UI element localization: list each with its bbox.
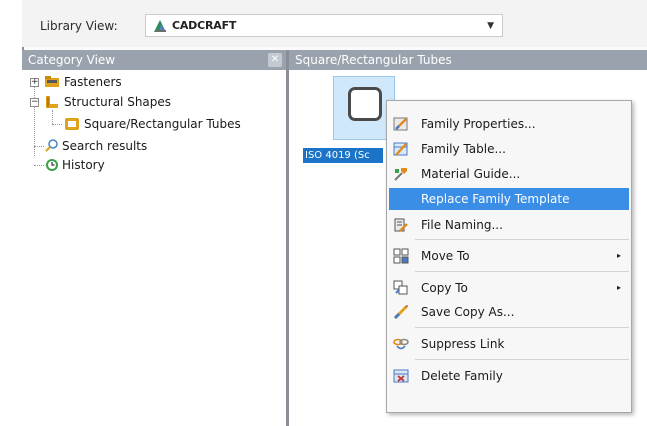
collapse-icon[interactable]: − [30, 98, 39, 107]
tube-profile-icon [348, 87, 382, 121]
menu-item-material-guide[interactable]: Material Guide... [389, 163, 629, 185]
folder-icon [45, 76, 59, 87]
toolbar: Library View: CADCRAFT ▼ [22, 0, 647, 47]
menu-item-suppress-link[interactable]: Suppress Link [389, 333, 629, 355]
menu-separator [415, 271, 629, 272]
content-view-header: Square/Rectangular Tubes [289, 50, 647, 70]
category-view-title: Category View [28, 53, 116, 67]
search-icon [45, 139, 58, 152]
menu-separator [415, 359, 629, 360]
menu-separator [415, 327, 629, 328]
menu-item-label: Family Table... [421, 142, 506, 156]
tree-line [52, 124, 62, 125]
move-to-icon [393, 248, 409, 264]
family-table-icon [393, 142, 408, 156]
window-edge [0, 0, 24, 426]
context-menu: Family Properties... Family Table... Mat… [386, 100, 632, 413]
menu-item-family-properties[interactable]: Family Properties... [389, 113, 629, 135]
copy-to-icon [393, 280, 408, 295]
menu-item-label: Copy To [421, 281, 468, 295]
library-view-label: Library View: [40, 19, 118, 33]
tree-item-structural-shapes[interactable]: − Structural Shapes [30, 94, 280, 110]
family-properties-icon [393, 117, 408, 131]
tree-item-label: History [62, 158, 105, 172]
library-view-dropdown[interactable]: CADCRAFT ▼ [145, 14, 503, 37]
delete-family-icon [393, 369, 409, 383]
expand-icon[interactable]: + [30, 78, 39, 87]
tree-item-label: Structural Shapes [64, 95, 172, 109]
category-view-header: Category View ✕ [22, 50, 286, 70]
menu-separator [415, 239, 629, 240]
menu-item-copy-to[interactable]: Copy To ▸ [389, 277, 629, 299]
tree-item-square-rectangular-tubes[interactable]: Square/Rectangular Tubes [64, 116, 280, 132]
family-caption[interactable]: ISO 4019 (Sc [303, 148, 383, 163]
menu-item-delete-family[interactable]: Delete Family [389, 365, 629, 387]
content-view-title: Square/Rectangular Tubes [295, 53, 452, 67]
menu-item-label: Material Guide... [421, 167, 521, 181]
menu-item-label: Family Properties... [421, 117, 536, 131]
save-copy-icon [393, 305, 408, 320]
tree-line [34, 146, 44, 147]
menu-item-move-to[interactable]: Move To ▸ [389, 245, 629, 267]
menu-item-label: Delete Family [421, 369, 503, 383]
menu-item-file-naming[interactable]: File Naming... [389, 214, 629, 236]
material-guide-icon [394, 168, 407, 181]
library-icon [154, 20, 166, 32]
submenu-arrow-icon: ▸ [616, 283, 621, 292]
file-naming-icon [394, 218, 408, 232]
menu-item-save-copy-as[interactable]: Save Copy As... [389, 301, 629, 323]
menu-item-family-table[interactable]: Family Table... [389, 138, 629, 160]
menu-item-label: Replace Family Template [421, 192, 570, 206]
tree-line [34, 165, 44, 166]
menu-item-label: File Naming... [421, 218, 503, 232]
tree-item-label: Square/Rectangular Tubes [84, 117, 241, 131]
category-tree: + Fasteners − Structural Shapes Square/R [22, 70, 286, 426]
tree-item-search-results[interactable]: Search results [44, 138, 280, 154]
tree-item-fasteners[interactable]: + Fasteners [30, 74, 280, 90]
menu-item-label: Save Copy As... [421, 305, 515, 319]
menu-item-replace-family-template[interactable]: Replace Family Template [389, 188, 629, 210]
tree-item-label: Search results [62, 139, 148, 153]
library-window: Library View: CADCRAFT ▼ Category View ✕… [0, 0, 647, 426]
history-icon [46, 159, 58, 171]
tree-item-label: Fasteners [64, 75, 122, 89]
menu-item-label: Move To [421, 249, 470, 263]
close-icon[interactable]: ✕ [268, 53, 282, 67]
tree-line [52, 110, 53, 124]
tube-icon [65, 118, 79, 130]
tree-item-history[interactable]: History [44, 157, 280, 173]
suppress-link-icon [393, 338, 409, 350]
menu-item-label: Suppress Link [421, 337, 505, 351]
submenu-arrow-icon: ▸ [616, 251, 621, 260]
dropdown-arrow-icon[interactable]: ▼ [487, 21, 494, 31]
structural-shape-icon [46, 96, 58, 108]
library-view-value: CADCRAFT [172, 19, 237, 32]
